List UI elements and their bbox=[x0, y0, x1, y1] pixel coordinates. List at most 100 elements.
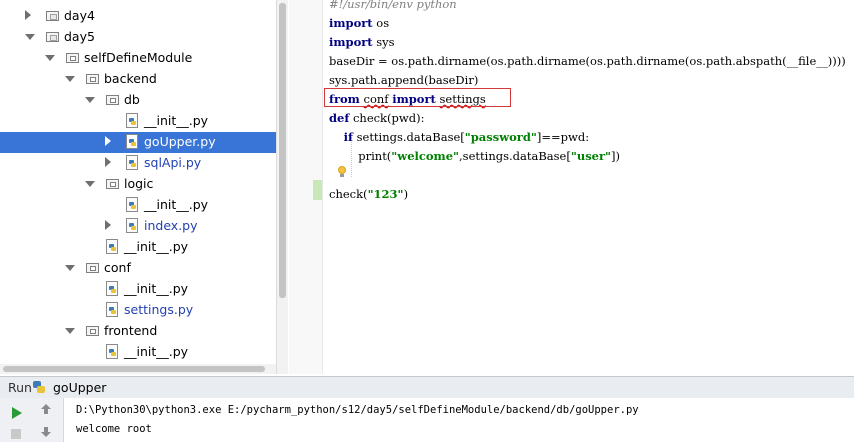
python-file-icon bbox=[106, 344, 118, 359]
tree-item[interactable]: selfDefineModule bbox=[0, 48, 276, 69]
code-token: "123" bbox=[367, 187, 404, 201]
code-line: print("welcome",settings.dataBase["user"… bbox=[329, 147, 620, 166]
code-token: ]==pwd: bbox=[536, 130, 590, 144]
tree-item[interactable]: __init__.py bbox=[0, 237, 276, 258]
project-tree[interactable]: day4 day5 selfDefineModule backend db __init_… bbox=[0, 0, 276, 374]
tree-item-label: backend bbox=[104, 71, 157, 86]
tree-item-label: __init__.py bbox=[144, 197, 209, 212]
scroll-down-button[interactable] bbox=[37, 426, 55, 444]
collapse-arrow-icon[interactable] bbox=[25, 10, 31, 20]
tree-item[interactable]: day4 bbox=[0, 6, 276, 27]
scroll-up-button[interactable] bbox=[37, 403, 55, 421]
tree-horizontal-scrollbar[interactable] bbox=[0, 364, 276, 374]
expand-arrow-icon[interactable] bbox=[85, 181, 95, 187]
tree-item-label: conf bbox=[104, 260, 131, 275]
run-toolbar bbox=[0, 398, 64, 442]
code-token: ,settings.dataBase[ bbox=[459, 149, 571, 163]
code-token: #!/usr/bin/env python bbox=[329, 0, 457, 11]
python-file-icon bbox=[126, 155, 138, 170]
tree-item[interactable]: __init__.py bbox=[0, 279, 276, 300]
code-token: "welcome" bbox=[391, 149, 460, 163]
tree-item[interactable]: __init__.py bbox=[0, 342, 276, 363]
code-token: if bbox=[343, 130, 353, 144]
tree-item-label: day5 bbox=[64, 29, 95, 44]
package-folder-icon bbox=[86, 263, 99, 273]
tree-item-label: goUpper.py bbox=[144, 134, 216, 149]
change-marker bbox=[313, 180, 322, 200]
tree-item[interactable]: day5 bbox=[0, 27, 276, 48]
play-icon bbox=[12, 407, 22, 419]
expand-arrow-icon[interactable] bbox=[65, 76, 75, 82]
code-token: print( bbox=[329, 149, 392, 163]
run-tab-label[interactable]: Run bbox=[8, 380, 32, 395]
code-line: check("123") bbox=[329, 185, 408, 204]
run-config-name: goUpper bbox=[53, 380, 107, 395]
tree-item[interactable]: __init__.py bbox=[0, 195, 276, 216]
tree-vertical-scrollbar[interactable] bbox=[276, 0, 288, 374]
code-line: import sys bbox=[329, 33, 395, 52]
collapse-arrow-icon[interactable] bbox=[105, 220, 111, 230]
collapse-arrow-icon[interactable] bbox=[105, 157, 111, 167]
code-editor[interactable]: #!/usr/bin/env python import os import sys… bbox=[323, 0, 854, 374]
tree-item[interactable]: settings.py bbox=[0, 300, 276, 321]
tree-item-label: frontend bbox=[104, 323, 158, 338]
code-token: "user" bbox=[570, 149, 612, 163]
python-file-icon bbox=[126, 134, 138, 149]
code-token: import bbox=[329, 16, 373, 30]
tree-item-label: day4 bbox=[64, 8, 95, 23]
code-token: sys bbox=[372, 35, 395, 49]
rerun-button[interactable] bbox=[8, 404, 26, 422]
down-arrow-icon bbox=[41, 427, 51, 437]
code-token: ) bbox=[403, 187, 409, 201]
console-line: welcome root bbox=[76, 423, 152, 435]
python-file-icon bbox=[106, 281, 118, 296]
expand-arrow-icon[interactable] bbox=[45, 55, 55, 61]
run-output-console[interactable]: D:\Python30\python3.exe E:/pycharm_pytho… bbox=[0, 398, 854, 442]
tree-item-label: selfDefineModule bbox=[84, 50, 193, 65]
tree-scroll-thumb[interactable] bbox=[279, 3, 286, 298]
tree-item[interactable]: logic bbox=[0, 174, 276, 195]
code-line: import os bbox=[329, 14, 389, 33]
expand-arrow-icon[interactable] bbox=[65, 265, 75, 271]
stop-icon bbox=[11, 429, 21, 439]
folder-icon bbox=[46, 11, 59, 21]
tree-item[interactable]: conf bbox=[0, 258, 276, 279]
package-folder-icon bbox=[86, 326, 99, 336]
tree-item-label: db bbox=[124, 92, 140, 107]
tree-item[interactable]: db bbox=[0, 90, 276, 111]
code-line: def check(pwd): bbox=[329, 109, 424, 128]
expand-arrow-icon[interactable] bbox=[65, 328, 75, 334]
code-token: os bbox=[372, 16, 390, 30]
tree-item[interactable]: __init__.py bbox=[0, 111, 276, 132]
tree-item[interactable]: backend bbox=[0, 69, 276, 90]
python-file-icon bbox=[106, 302, 118, 317]
lightbulb-icon[interactable] bbox=[337, 166, 347, 178]
package-folder-icon bbox=[106, 179, 119, 189]
expand-arrow-icon[interactable] bbox=[85, 97, 95, 103]
tree-item-label: settings.py bbox=[124, 302, 194, 317]
tree-item[interactable]: frontend bbox=[0, 321, 276, 342]
stop-button[interactable] bbox=[8, 426, 26, 444]
expand-arrow-icon[interactable] bbox=[25, 34, 35, 40]
tree-item-label: __init__.py bbox=[124, 239, 189, 254]
code-token: settings.dataBase[ bbox=[352, 130, 465, 144]
code-line: baseDir = os.path.dirname(os.path.dirnam… bbox=[329, 52, 846, 71]
tree-item[interactable]: goUpper.py bbox=[0, 132, 276, 153]
tree-item-label: sqlApi.py bbox=[144, 155, 202, 170]
tree-item[interactable]: index.py bbox=[0, 216, 276, 237]
code-token: def bbox=[329, 111, 350, 125]
package-folder-icon bbox=[86, 74, 99, 84]
code-token: check( bbox=[329, 187, 368, 201]
code-token: sys.path.append(baseDir) bbox=[329, 73, 479, 87]
tree-hscroll-thumb[interactable] bbox=[3, 366, 265, 372]
tree-item-label: logic bbox=[124, 176, 154, 191]
code-line: if settings.dataBase["password"]==pwd: bbox=[329, 128, 589, 147]
tree-item-label: index.py bbox=[144, 218, 198, 233]
python-file-icon bbox=[126, 197, 138, 212]
collapse-arrow-icon[interactable] bbox=[105, 136, 111, 146]
tree-item[interactable]: sqlApi.py bbox=[0, 153, 276, 174]
folder-icon bbox=[46, 32, 59, 42]
tree-item-label: __init__.py bbox=[124, 344, 189, 359]
highlight-box bbox=[324, 88, 511, 107]
